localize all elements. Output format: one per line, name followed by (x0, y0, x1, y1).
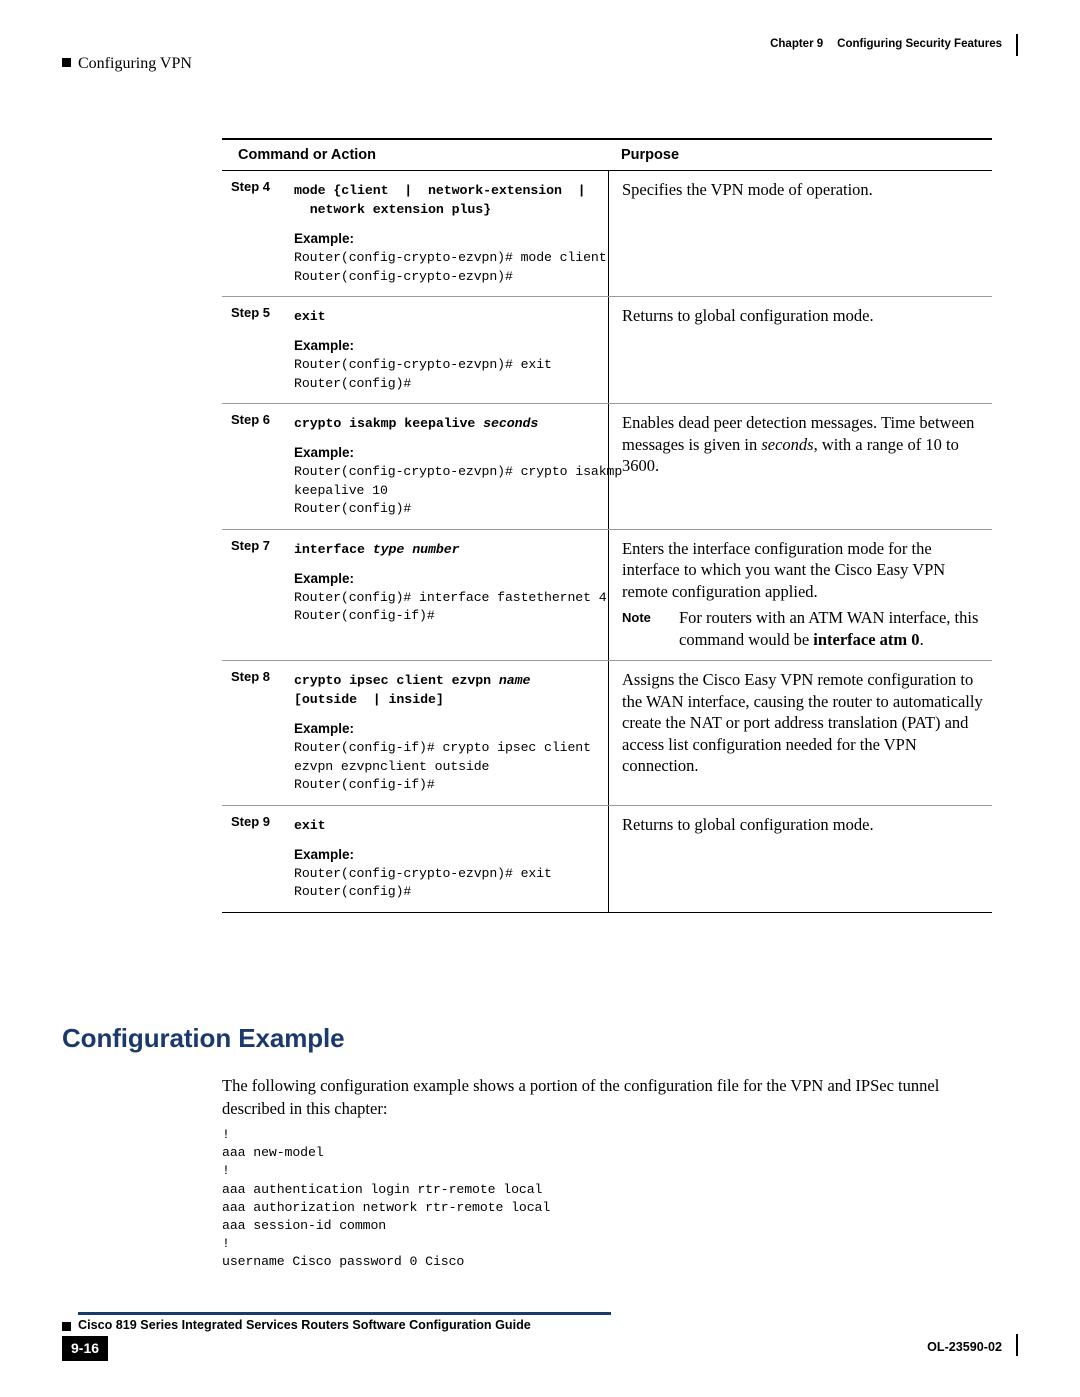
section-code-block: ! aaa new-model ! aaa authentication log… (222, 1127, 551, 1270)
table-cell-purpose: Specifies the VPN mode of operation. (608, 171, 992, 296)
command-syntax: crypto ipsec client ezvpn name [outside … (294, 673, 531, 707)
table-cell-purpose: Returns to global configuration mode. (608, 805, 992, 912)
header-chapter-title: Configuring Security Features (837, 38, 1002, 50)
table-cell-command: Step 6 crypto isakmp keepalive seconds E… (222, 404, 623, 529)
table-cell-command: Step 4 mode {client | network-extension … (222, 171, 608, 296)
example-label: Example: (294, 445, 355, 460)
command-syntax: exit (294, 817, 326, 833)
footer-right-rule (1016, 1334, 1018, 1356)
footer-guide-title: Cisco 819 Series Integrated Services Rou… (78, 1318, 531, 1332)
example-label: Example: (294, 721, 355, 736)
table-row: Step 9 exit Example: Router(config-crypt… (222, 805, 992, 913)
table-cell-command: Step 5 exit Example: Router(config-crypt… (222, 297, 608, 403)
footer-doc-number: OL-23590-02 (927, 1340, 1002, 1354)
step-label: Step 8 (231, 669, 271, 684)
table-cell-purpose: Returns to global configuration mode. (608, 297, 992, 403)
table-cell-command: Step 9 exit Example: Router(config-crypt… (222, 806, 608, 912)
table-header-command: Command or Action (238, 147, 377, 163)
header-right-rule (1016, 34, 1018, 56)
footer-rule (78, 1312, 611, 1315)
example-label: Example: (294, 231, 355, 246)
table-row: Step 4 mode {client | network-extension … (222, 171, 992, 297)
purpose-text: Specifies the VPN mode of operation. (622, 180, 873, 199)
example-label: Example: (294, 846, 355, 862)
header-chapter-info: Chapter 9 Configuring Security Features (770, 38, 1002, 50)
note-block: Note For routers with an ATM WAN interfa… (622, 607, 986, 650)
command-syntax: mode {client | network-extension | netwo… (294, 183, 586, 217)
example-code: Router(config)# interface fastethernet 4… (294, 589, 607, 624)
page-number: 9-16 (62, 1336, 109, 1361)
example-code: Router(config-crypto-ezvpn)# mode client… (294, 250, 607, 284)
table-row: Step 7 interface type number Example: Ro… (222, 529, 992, 661)
table-row: Step 5 exit Example: Router(config-crypt… (222, 297, 992, 404)
table-cell-purpose: Enables dead peer detection messages. Ti… (608, 404, 992, 529)
example-code: Router(config-crypto-ezvpn)# exit Router… (294, 865, 552, 900)
table-row: Step 8 crypto ipsec client ezvpn name [o… (222, 661, 992, 806)
purpose-text: Enables dead peer detection messages. Ti… (622, 413, 975, 475)
document-page: Configuring VPN Chapter 9 Configuring Sec… (0, 0, 1080, 1397)
header-marker-square (62, 58, 71, 67)
footer-marker-square (62, 1322, 71, 1331)
command-syntax: crypto isakmp keepalive seconds (294, 416, 539, 431)
step-label: Step 6 (231, 412, 271, 427)
example-code: Router(config-if)# crypto ipsec client e… (294, 740, 591, 792)
purpose-text: Returns to global configuration mode. (622, 306, 874, 325)
header-running-title: Configuring VPN (78, 55, 192, 72)
step-label: Step 5 (231, 305, 271, 320)
table-cell-command: Step 8 crypto ipsec client ezvpn name [o… (222, 661, 608, 805)
example-code: Router(config-crypto-ezvpn)# crypto isak… (294, 464, 623, 516)
table-cell-purpose: Assigns the Cisco Easy VPN remote config… (608, 661, 992, 805)
header-chapter-number: Chapter 9 (770, 38, 824, 50)
example-code: Router(config-crypto-ezvpn)# exit Router… (294, 357, 552, 391)
note-text: For routers with an ATM WAN interface, t… (679, 608, 979, 649)
example-label: Example: (294, 570, 355, 586)
purpose-text: Assigns the Cisco Easy VPN remote config… (622, 670, 983, 775)
procedure-table: Command or Action Purpose Step 4 mode {c… (222, 138, 992, 913)
table-cell-purpose: Enters the interface configuration mode … (608, 529, 992, 660)
step-label: Step 9 (231, 813, 271, 829)
command-syntax: interface type number (294, 541, 460, 557)
table-cell-command: Step 7 interface type number Example: Ro… (222, 530, 608, 661)
note-label: Note (622, 610, 651, 625)
section-paragraph: The following configuration example show… (222, 1076, 940, 1118)
command-syntax: exit (294, 309, 326, 324)
table-header-purpose: Purpose (621, 147, 680, 163)
purpose-text: Returns to global configuration mode. (622, 814, 874, 834)
step-label: Step 7 (231, 537, 271, 553)
page-header: Configuring VPN Chapter 9 Configuring Sec… (0, 30, 1080, 72)
table-row: Step 6 crypto isakmp keepalive seconds E… (222, 404, 992, 530)
table-header-row: Command or Action Purpose (222, 138, 992, 171)
purpose-text: Enters the interface configuration mode … (622, 538, 946, 601)
step-label: Step 4 (231, 179, 271, 194)
example-label: Example: (294, 338, 355, 353)
section-heading: Configuration Example (62, 1023, 345, 1053)
